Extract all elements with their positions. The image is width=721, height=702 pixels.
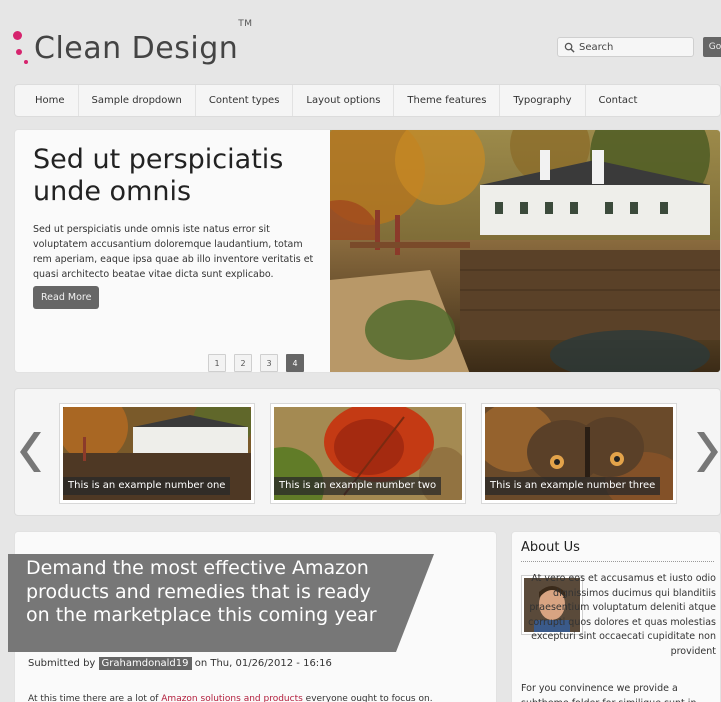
- logo-text: Clean DesignTM: [34, 18, 253, 66]
- about-us-text-2: For you convinence we provide a subtheme…: [521, 683, 696, 702]
- article-inline-link[interactable]: Amazon solutions and products: [161, 694, 303, 702]
- featured-slider: Sed ut perspiciatis unde omnis Sed ut pe…: [14, 129, 721, 373]
- nav-item-home[interactable]: Home: [15, 85, 79, 116]
- pager-page-3[interactable]: 3: [260, 354, 278, 372]
- search-go-button[interactable]: Go: [703, 37, 721, 57]
- search-form: Go: [557, 37, 721, 57]
- article-title-banner: Demand the most effective Amazon product…: [8, 554, 434, 652]
- carousel-next-arrow-icon[interactable]: [689, 429, 719, 475]
- pager-page-4[interactable]: 4: [286, 354, 304, 372]
- nav-item-layout-options[interactable]: Layout options: [293, 85, 395, 116]
- pager-page-1[interactable]: 1: [208, 354, 226, 372]
- article-date: on Thu, 01/26/2012 - 16:16: [194, 658, 332, 669]
- nav-item-theme-features[interactable]: Theme features: [394, 85, 501, 116]
- search-input[interactable]: [579, 41, 689, 53]
- author-link[interactable]: Grahamdonald19: [98, 657, 192, 670]
- slider-pager: 1 2 3 4: [208, 354, 304, 372]
- main-nav: Home Sample dropdown Content types Layou…: [14, 84, 721, 117]
- search-icon: [564, 42, 575, 53]
- divider: [521, 561, 714, 562]
- about-us-title: About Us: [521, 540, 580, 555]
- carousel-item-2[interactable]: This is an example number two: [270, 403, 466, 504]
- slide-title: Sed ut perspiciatis unde omnis: [33, 144, 284, 207]
- carousel-prev-arrow-icon[interactable]: [19, 429, 49, 475]
- carousel-image-3: This is an example number three: [485, 407, 673, 500]
- pager-page-2[interactable]: 2: [234, 354, 252, 372]
- nav-item-sample-dropdown[interactable]: Sample dropdown: [79, 85, 196, 116]
- article-meta: Submitted by Grahamdonald19 on Thu, 01/2…: [28, 657, 332, 670]
- slide-text: Sed ut perspiciatis unde omnis Sed ut pe…: [33, 144, 323, 282]
- carousel-image-2: This is an example number two: [274, 407, 462, 500]
- nav-item-content-types[interactable]: Content types: [196, 85, 294, 116]
- carousel-item-3[interactable]: This is an example number three: [481, 403, 677, 504]
- logo-dots-icon: [10, 28, 34, 68]
- about-us-block: About Us At vero eos et accusamus et ius…: [511, 531, 721, 702]
- carousel-image-1: This is an example number one: [63, 407, 251, 500]
- thumbnail-carousel: This is an example number one This is an…: [14, 388, 721, 516]
- nav-item-typography[interactable]: Typography: [500, 85, 586, 116]
- submitted-by-label: Submitted by: [28, 658, 96, 669]
- read-more-button[interactable]: Read More: [33, 286, 100, 309]
- carousel-caption-3: This is an example number three: [485, 477, 661, 495]
- slide-body: Sed ut perspiciatis unde omnis iste natu…: [33, 224, 314, 280]
- article-excerpt: At this time there are a lot of Amazon s…: [28, 694, 433, 702]
- carousel-item-1[interactable]: This is an example number one: [59, 403, 255, 504]
- search-box[interactable]: [557, 37, 694, 57]
- article-title[interactable]: Demand the most effective Amazon product…: [26, 557, 386, 628]
- nav-item-contact[interactable]: Contact: [586, 85, 651, 116]
- carousel-caption-1: This is an example number one: [63, 477, 231, 495]
- carousel-caption-2: This is an example number two: [274, 477, 442, 495]
- article-teaser: Demand the most effective Amazon product…: [8, 531, 497, 702]
- site-logo[interactable]: Clean DesignTM: [10, 18, 253, 68]
- about-us-text: At vero eos et accusamus et iusto odio d…: [528, 573, 716, 657]
- slide-image: [330, 130, 720, 372]
